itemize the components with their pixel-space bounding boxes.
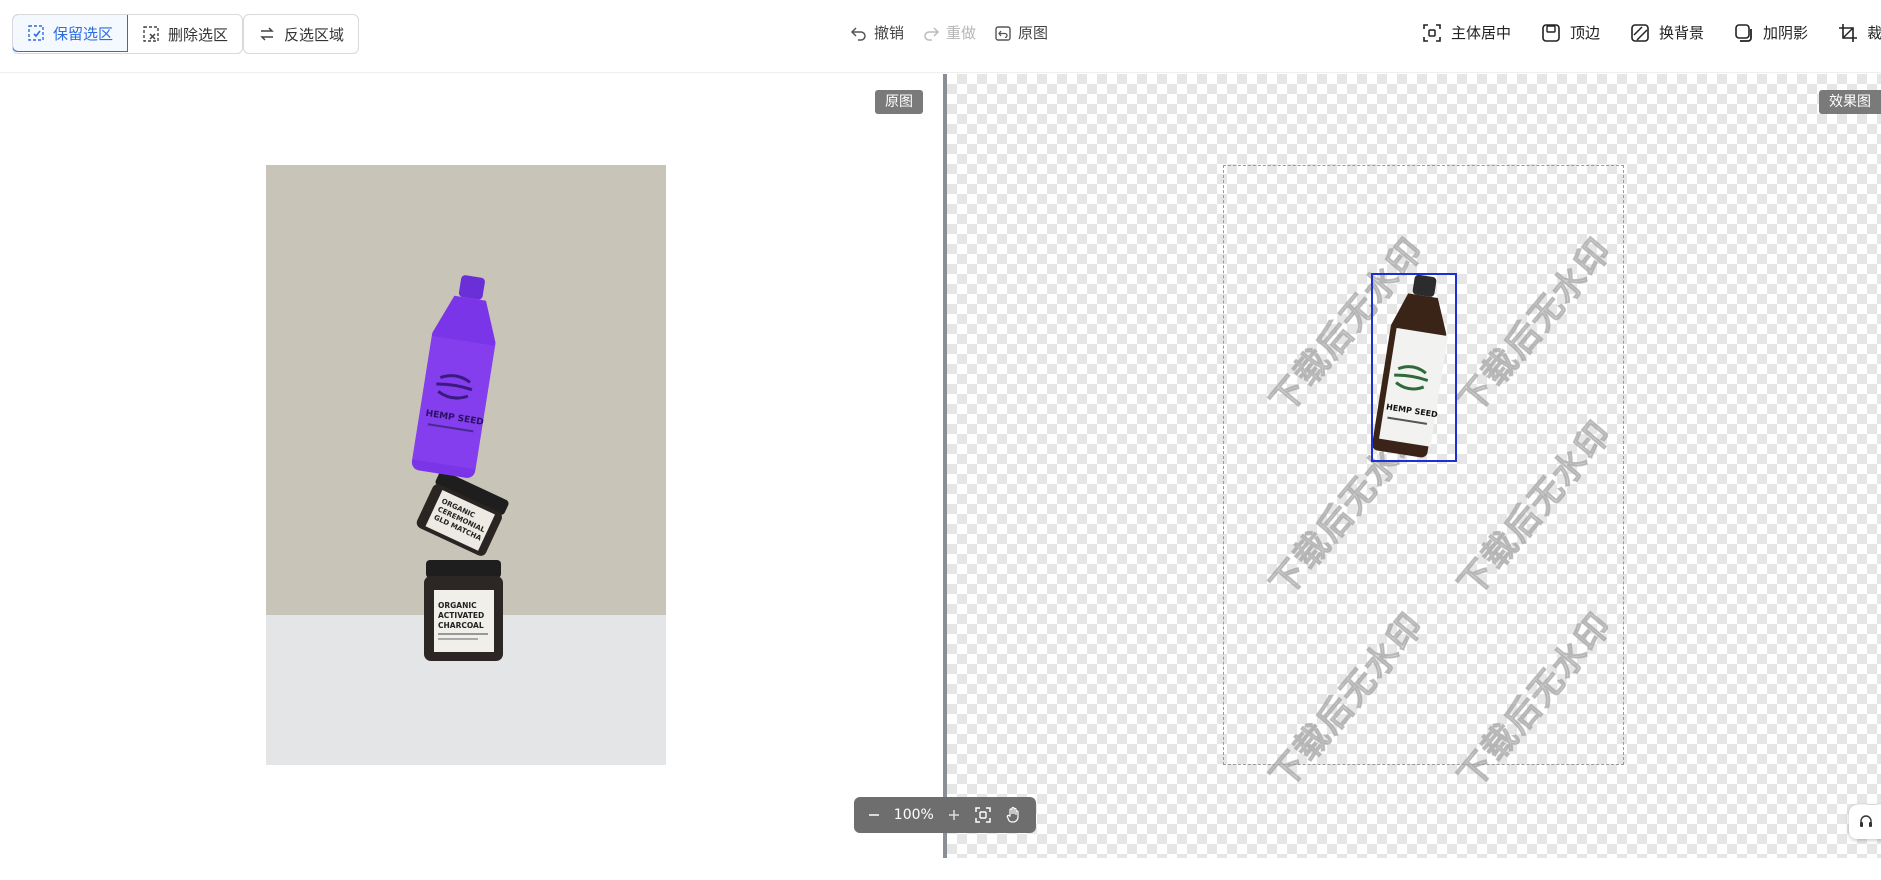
crop-icon bbox=[1839, 23, 1858, 42]
minus-icon bbox=[868, 814, 879, 816]
history-controls: 撤销 重做 原图 bbox=[850, 22, 1048, 43]
center-subject-button[interactable]: 主体居中 bbox=[1422, 22, 1511, 43]
original-button[interactable]: 原图 bbox=[994, 22, 1048, 43]
crop-button[interactable]: 裁剪 bbox=[1838, 22, 1881, 43]
redo-icon bbox=[924, 26, 940, 41]
background-icon bbox=[1631, 23, 1649, 42]
margin-button[interactable]: 顶边 bbox=[1541, 22, 1600, 43]
redo-button[interactable]: 重做 bbox=[922, 22, 976, 43]
plus-icon bbox=[949, 810, 959, 820]
charcoal-jar: ORGANIC ACTIVATED CHARCOAL bbox=[424, 560, 503, 661]
zoom-level: 100% bbox=[893, 807, 934, 823]
zoom-out-button[interactable] bbox=[867, 808, 881, 822]
original-tag: 原图 bbox=[875, 90, 923, 114]
change-background-label: 换背景 bbox=[1659, 24, 1705, 42]
invert-selection-button[interactable]: 反选区域 bbox=[243, 14, 360, 54]
subject-selection-box[interactable] bbox=[1371, 273, 1457, 462]
zoom-in-button[interactable] bbox=[947, 808, 961, 822]
keep-selection-button[interactable]: 保留选区 bbox=[13, 15, 129, 52]
change-background-button[interactable]: 换背景 bbox=[1630, 22, 1704, 43]
selection-mode-group: 保留选区 删除选区 bbox=[12, 14, 244, 54]
fit-screen-icon bbox=[975, 807, 991, 823]
crop-label: 裁剪 bbox=[1867, 24, 1881, 42]
swap-icon bbox=[260, 27, 274, 41]
margin-label: 顶边 bbox=[1570, 24, 1601, 42]
original-label: 原图 bbox=[1018, 24, 1049, 42]
undo-icon bbox=[850, 26, 866, 41]
select-keep-icon bbox=[28, 25, 44, 41]
result-tag: 效果图 bbox=[1819, 90, 1881, 114]
shadow-icon bbox=[1735, 23, 1752, 42]
original-pane[interactable]: 原图 ORGANIC ACTIVATED CHARCOAL ORGANIC CE… bbox=[0, 74, 943, 858]
add-shadow-button[interactable]: 加阴影 bbox=[1734, 22, 1808, 43]
add-shadow-label: 加阴影 bbox=[1763, 24, 1809, 42]
keep-selection-label: 保留选区 bbox=[53, 24, 114, 43]
focus-center-icon bbox=[1423, 23, 1441, 42]
delete-selection-label: 删除选区 bbox=[168, 25, 229, 44]
result-pane[interactable]: 效果图 下载后无水印 下载后无水印 下载后无水印 下载后无水印 下载后无水印 下… bbox=[947, 74, 1881, 858]
top-toolbar: 保留选区 删除选区 反选区域 撤销 重做 原图 主体居中 顶边 换背景 加阴影 … bbox=[0, 0, 1881, 73]
undo-label: 撤销 bbox=[874, 24, 905, 42]
pan-hand-button[interactable] bbox=[1005, 806, 1023, 824]
original-photo: ORGANIC ACTIVATED CHARCOAL ORGANIC CEREM… bbox=[266, 165, 666, 765]
fit-screen-button[interactable] bbox=[974, 806, 992, 824]
delete-selection-button[interactable]: 删除选区 bbox=[128, 15, 242, 53]
select-delete-icon bbox=[143, 26, 159, 42]
charcoal-label-1: ORGANIC bbox=[438, 601, 477, 610]
charcoal-label-3: CHARCOAL bbox=[438, 621, 484, 630]
hand-icon bbox=[1007, 806, 1019, 823]
support-button[interactable] bbox=[1849, 805, 1881, 839]
edit-tools: 主体居中 顶边 换背景 加阴影 裁剪 bbox=[1422, 22, 1881, 43]
charcoal-label-2: ACTIVATED bbox=[438, 611, 484, 620]
invert-selection-label: 反选区域 bbox=[284, 25, 345, 44]
undo-button[interactable]: 撤销 bbox=[850, 22, 904, 43]
headset-icon bbox=[1860, 815, 1872, 827]
center-subject-label: 主体居中 bbox=[1451, 24, 1512, 42]
zoom-controls: 100% bbox=[854, 797, 1036, 833]
margin-icon bbox=[1542, 23, 1560, 42]
redo-label: 重做 bbox=[946, 24, 977, 42]
restore-icon bbox=[995, 25, 1011, 41]
